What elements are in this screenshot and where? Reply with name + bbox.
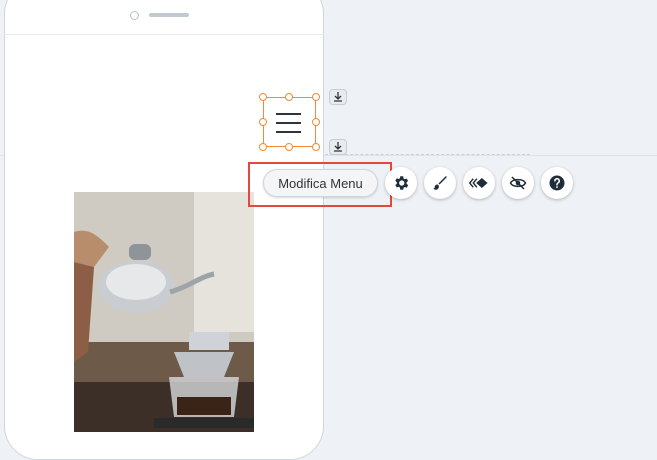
resize-handle-bottom[interactable] <box>285 143 293 151</box>
animation-button[interactable] <box>463 167 495 199</box>
settings-button[interactable] <box>385 167 417 199</box>
animation-icon <box>469 178 488 188</box>
resize-handle-top-left[interactable] <box>259 93 267 101</box>
coffee-photo-illustration <box>74 192 254 432</box>
help-icon <box>549 175 565 191</box>
gear-icon <box>395 176 409 190</box>
edit-menu-button[interactable]: Modifica Menu <box>263 169 378 197</box>
camera-icon <box>130 11 139 20</box>
resize-handle-bottom-left[interactable] <box>259 143 267 151</box>
hide-button[interactable] <box>502 167 534 199</box>
help-button[interactable] <box>541 167 573 199</box>
hide-icon <box>509 176 527 190</box>
resize-handle-right[interactable] <box>312 118 320 126</box>
anchor-down-icon[interactable] <box>329 89 347 105</box>
hamburger-menu-icon[interactable] <box>276 113 301 133</box>
resize-handle-top[interactable] <box>285 93 293 101</box>
resize-handle-top-right[interactable] <box>312 93 320 101</box>
resize-handle-left[interactable] <box>259 118 267 126</box>
resize-handle-bottom-right[interactable] <box>312 143 320 151</box>
speaker-grille <box>149 13 189 17</box>
section-dashed-divider <box>320 154 530 155</box>
mobile-preview-header <box>4 0 324 35</box>
brush-icon <box>433 176 447 190</box>
coffee-photo[interactable] <box>74 192 254 432</box>
design-button[interactable] <box>424 167 456 199</box>
anchor-down-icon[interactable] <box>329 139 347 155</box>
